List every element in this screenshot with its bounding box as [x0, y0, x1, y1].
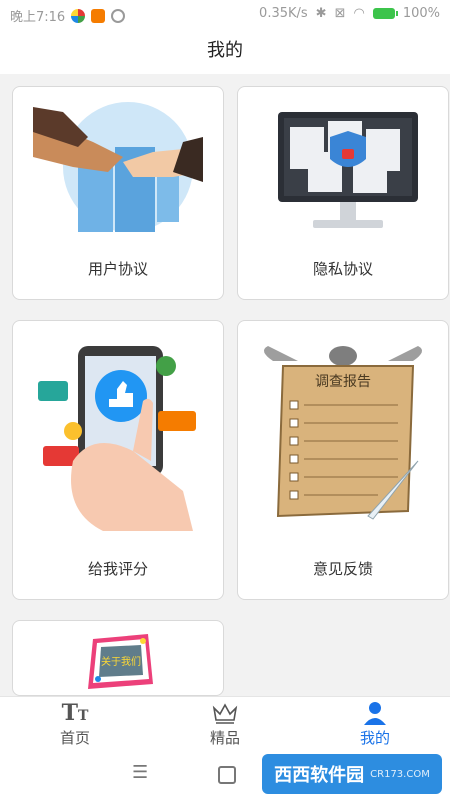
- menu-icon[interactable]: ☰: [132, 762, 148, 783]
- network-speed: 0.35K/s: [259, 6, 308, 21]
- privacy-monitor-illustration: [278, 112, 418, 228]
- privacy-agreement-card[interactable]: 隐私协议: [237, 86, 449, 300]
- about-us-card[interactable]: 关于我们: [12, 620, 224, 696]
- page-title: 我的: [0, 28, 450, 74]
- about-us-badge-illustration: 关于我们: [88, 634, 153, 689]
- system-navigation-bar: ☰ 西西软件园 CR173.COM: [0, 748, 450, 800]
- card-label: 意见反馈: [312, 560, 373, 578]
- user-icon: [325, 701, 425, 725]
- text-size-icon: TT: [61, 700, 89, 726]
- status-bar: 晚上7:16 0.35K/s ✱ ⊠ ◠ 100%: [0, 0, 450, 28]
- nav-mine[interactable]: 我的: [325, 701, 425, 748]
- feedback-card[interactable]: 调查报告 意见反馈: [237, 320, 449, 600]
- watermark-subtext: CR173.COM: [370, 768, 430, 780]
- app-notification-icon: [71, 8, 86, 23]
- nav-label: 我的: [359, 729, 390, 747]
- nav-label: 首页: [59, 729, 90, 747]
- sync-notification-icon: [111, 8, 126, 23]
- about-us-badge-text: 关于我们: [101, 655, 141, 668]
- battery-icon: [372, 8, 398, 19]
- user-agreement-card[interactable]: 用户协议: [12, 86, 224, 300]
- survey-report-illustration: 调查报告: [264, 346, 422, 520]
- handshake-illustration: [33, 102, 203, 232]
- survey-title: 调查报告: [315, 374, 371, 390]
- home-icon[interactable]: [218, 766, 236, 784]
- message-notification-icon: [91, 8, 106, 23]
- sim-icon: ⊠: [334, 6, 346, 21]
- nav-home[interactable]: TT 首页: [25, 700, 125, 748]
- status-time: 晚上7:16: [10, 10, 66, 25]
- crown-icon: [175, 701, 275, 725]
- nav-label: 精品: [209, 729, 240, 747]
- nav-premium[interactable]: 精品: [175, 701, 275, 748]
- card-label: 给我评分: [87, 560, 148, 578]
- card-label: 用户协议: [87, 260, 148, 278]
- wifi-icon: ◠: [353, 6, 365, 21]
- rate-app-card[interactable]: 给我评分: [12, 320, 224, 600]
- bottom-navigation: TT 首页 精品 我的: [0, 696, 450, 749]
- battery-percent: 100%: [402, 6, 440, 21]
- card-label: 隐私协议: [312, 260, 373, 278]
- watermark-text: 西西软件园: [274, 765, 365, 786]
- bluetooth-icon: ✱: [315, 6, 327, 21]
- watermark-logo: 西西软件园 CR173.COM: [262, 754, 442, 794]
- rating-phone-illustration: [38, 346, 196, 531]
